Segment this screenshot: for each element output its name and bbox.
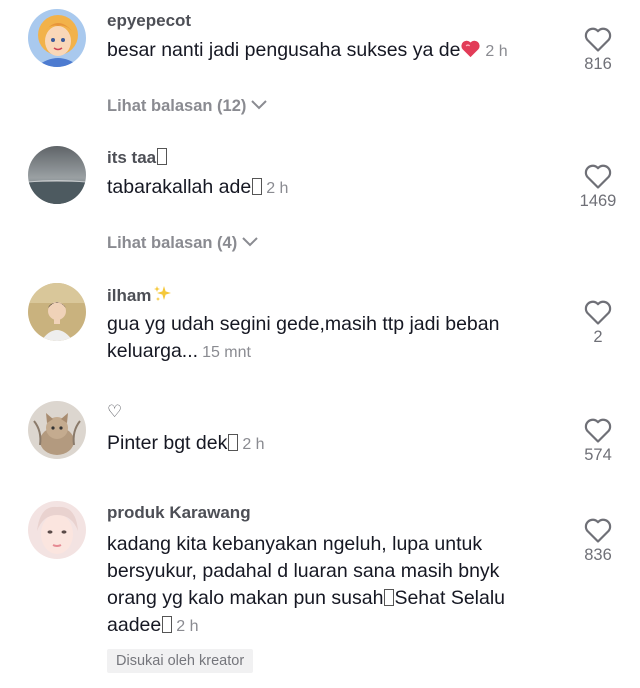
heart-emoji-icon bbox=[461, 40, 481, 58]
like-button[interactable]: 836 bbox=[568, 516, 628, 565]
heart-outline-icon bbox=[584, 164, 612, 189]
like-button[interactable]: 816 bbox=[568, 25, 628, 74]
comment-body: besar nanti jadi pengusaha sukses ya de bbox=[107, 39, 461, 61]
user-avatar[interactable] bbox=[28, 501, 86, 559]
like-count: 2 bbox=[593, 328, 603, 346]
like-count: 836 bbox=[584, 546, 612, 564]
unrendered-emoji-icon bbox=[252, 178, 263, 195]
comment-text: gua yg udah segini gede,masih ttp jadi b… bbox=[107, 311, 547, 366]
comment-text: Pinter bgt dek 2 h bbox=[107, 430, 547, 458]
liked-by-creator-badge: Disukai oleh kreator bbox=[107, 649, 254, 673]
view-replies-label: Lihat balasan (12) bbox=[107, 97, 247, 115]
comment-username[interactable]: ♡ bbox=[107, 402, 122, 422]
heart-outline-icon bbox=[584, 418, 612, 443]
comment-username[interactable]: ilham bbox=[107, 285, 173, 306]
comment-time: 2 h bbox=[176, 618, 199, 635]
sparkles-icon bbox=[154, 286, 172, 301]
chevron-down-icon bbox=[251, 100, 268, 110]
person-avatar-icon bbox=[28, 283, 86, 341]
unrendered-emoji-icon bbox=[384, 589, 395, 606]
cat-avatar-icon bbox=[28, 401, 86, 459]
like-button[interactable]: 1469 bbox=[568, 162, 628, 211]
unrendered-emoji-icon bbox=[228, 434, 239, 451]
comment-time: 15 mnt bbox=[202, 344, 251, 361]
comment-time: 2 h bbox=[485, 43, 508, 60]
comment-body: tabarakallah ade bbox=[107, 176, 252, 198]
like-button[interactable]: 2 bbox=[568, 298, 628, 347]
unrendered-emoji-icon bbox=[162, 616, 173, 633]
landscape-avatar-icon bbox=[28, 146, 86, 204]
username-label: its taa bbox=[107, 148, 157, 167]
chevron-down-icon bbox=[242, 237, 258, 247]
like-count: 816 bbox=[584, 55, 612, 73]
view-replies-button[interactable]: Lihat balasan (4) bbox=[107, 234, 259, 253]
comment-text: tabarakallah ade 2 h bbox=[107, 174, 547, 202]
user-avatar[interactable] bbox=[28, 401, 86, 459]
comment-body: gua yg udah segini gede,masih ttp jadi b… bbox=[107, 313, 500, 362]
face-avatar-icon bbox=[28, 501, 86, 559]
like-count: 1469 bbox=[579, 192, 617, 210]
heart-outline-icon bbox=[584, 518, 612, 543]
user-avatar[interactable] bbox=[28, 283, 86, 341]
comment-username[interactable]: its taa bbox=[107, 148, 168, 168]
comment-username[interactable]: epyepecot bbox=[107, 11, 191, 31]
comment-username[interactable]: produk Karawang bbox=[107, 503, 251, 523]
like-count: 574 bbox=[584, 446, 612, 464]
cartoon-avatar-icon bbox=[28, 9, 86, 67]
comment-text: kadang kita kebanyakan ngeluh, lupa untu… bbox=[107, 531, 547, 640]
heart-outline-icon bbox=[584, 27, 612, 52]
comment-time: 2 h bbox=[242, 436, 265, 453]
comment-time: 2 h bbox=[266, 180, 289, 197]
comment-text: besar nanti jadi pengusaha sukses ya de 2… bbox=[107, 37, 547, 65]
user-avatar[interactable] bbox=[28, 146, 86, 204]
comment-body: Pinter bgt dek bbox=[107, 432, 228, 454]
unrendered-emoji-icon bbox=[157, 148, 168, 165]
like-button[interactable]: 574 bbox=[568, 416, 628, 465]
heart-outline-icon bbox=[584, 300, 612, 325]
username-label: ilham bbox=[107, 286, 152, 305]
view-replies-button[interactable]: Lihat balasan (12) bbox=[107, 97, 268, 116]
view-replies-label: Lihat balasan (4) bbox=[107, 234, 238, 252]
user-avatar[interactable] bbox=[28, 9, 86, 67]
